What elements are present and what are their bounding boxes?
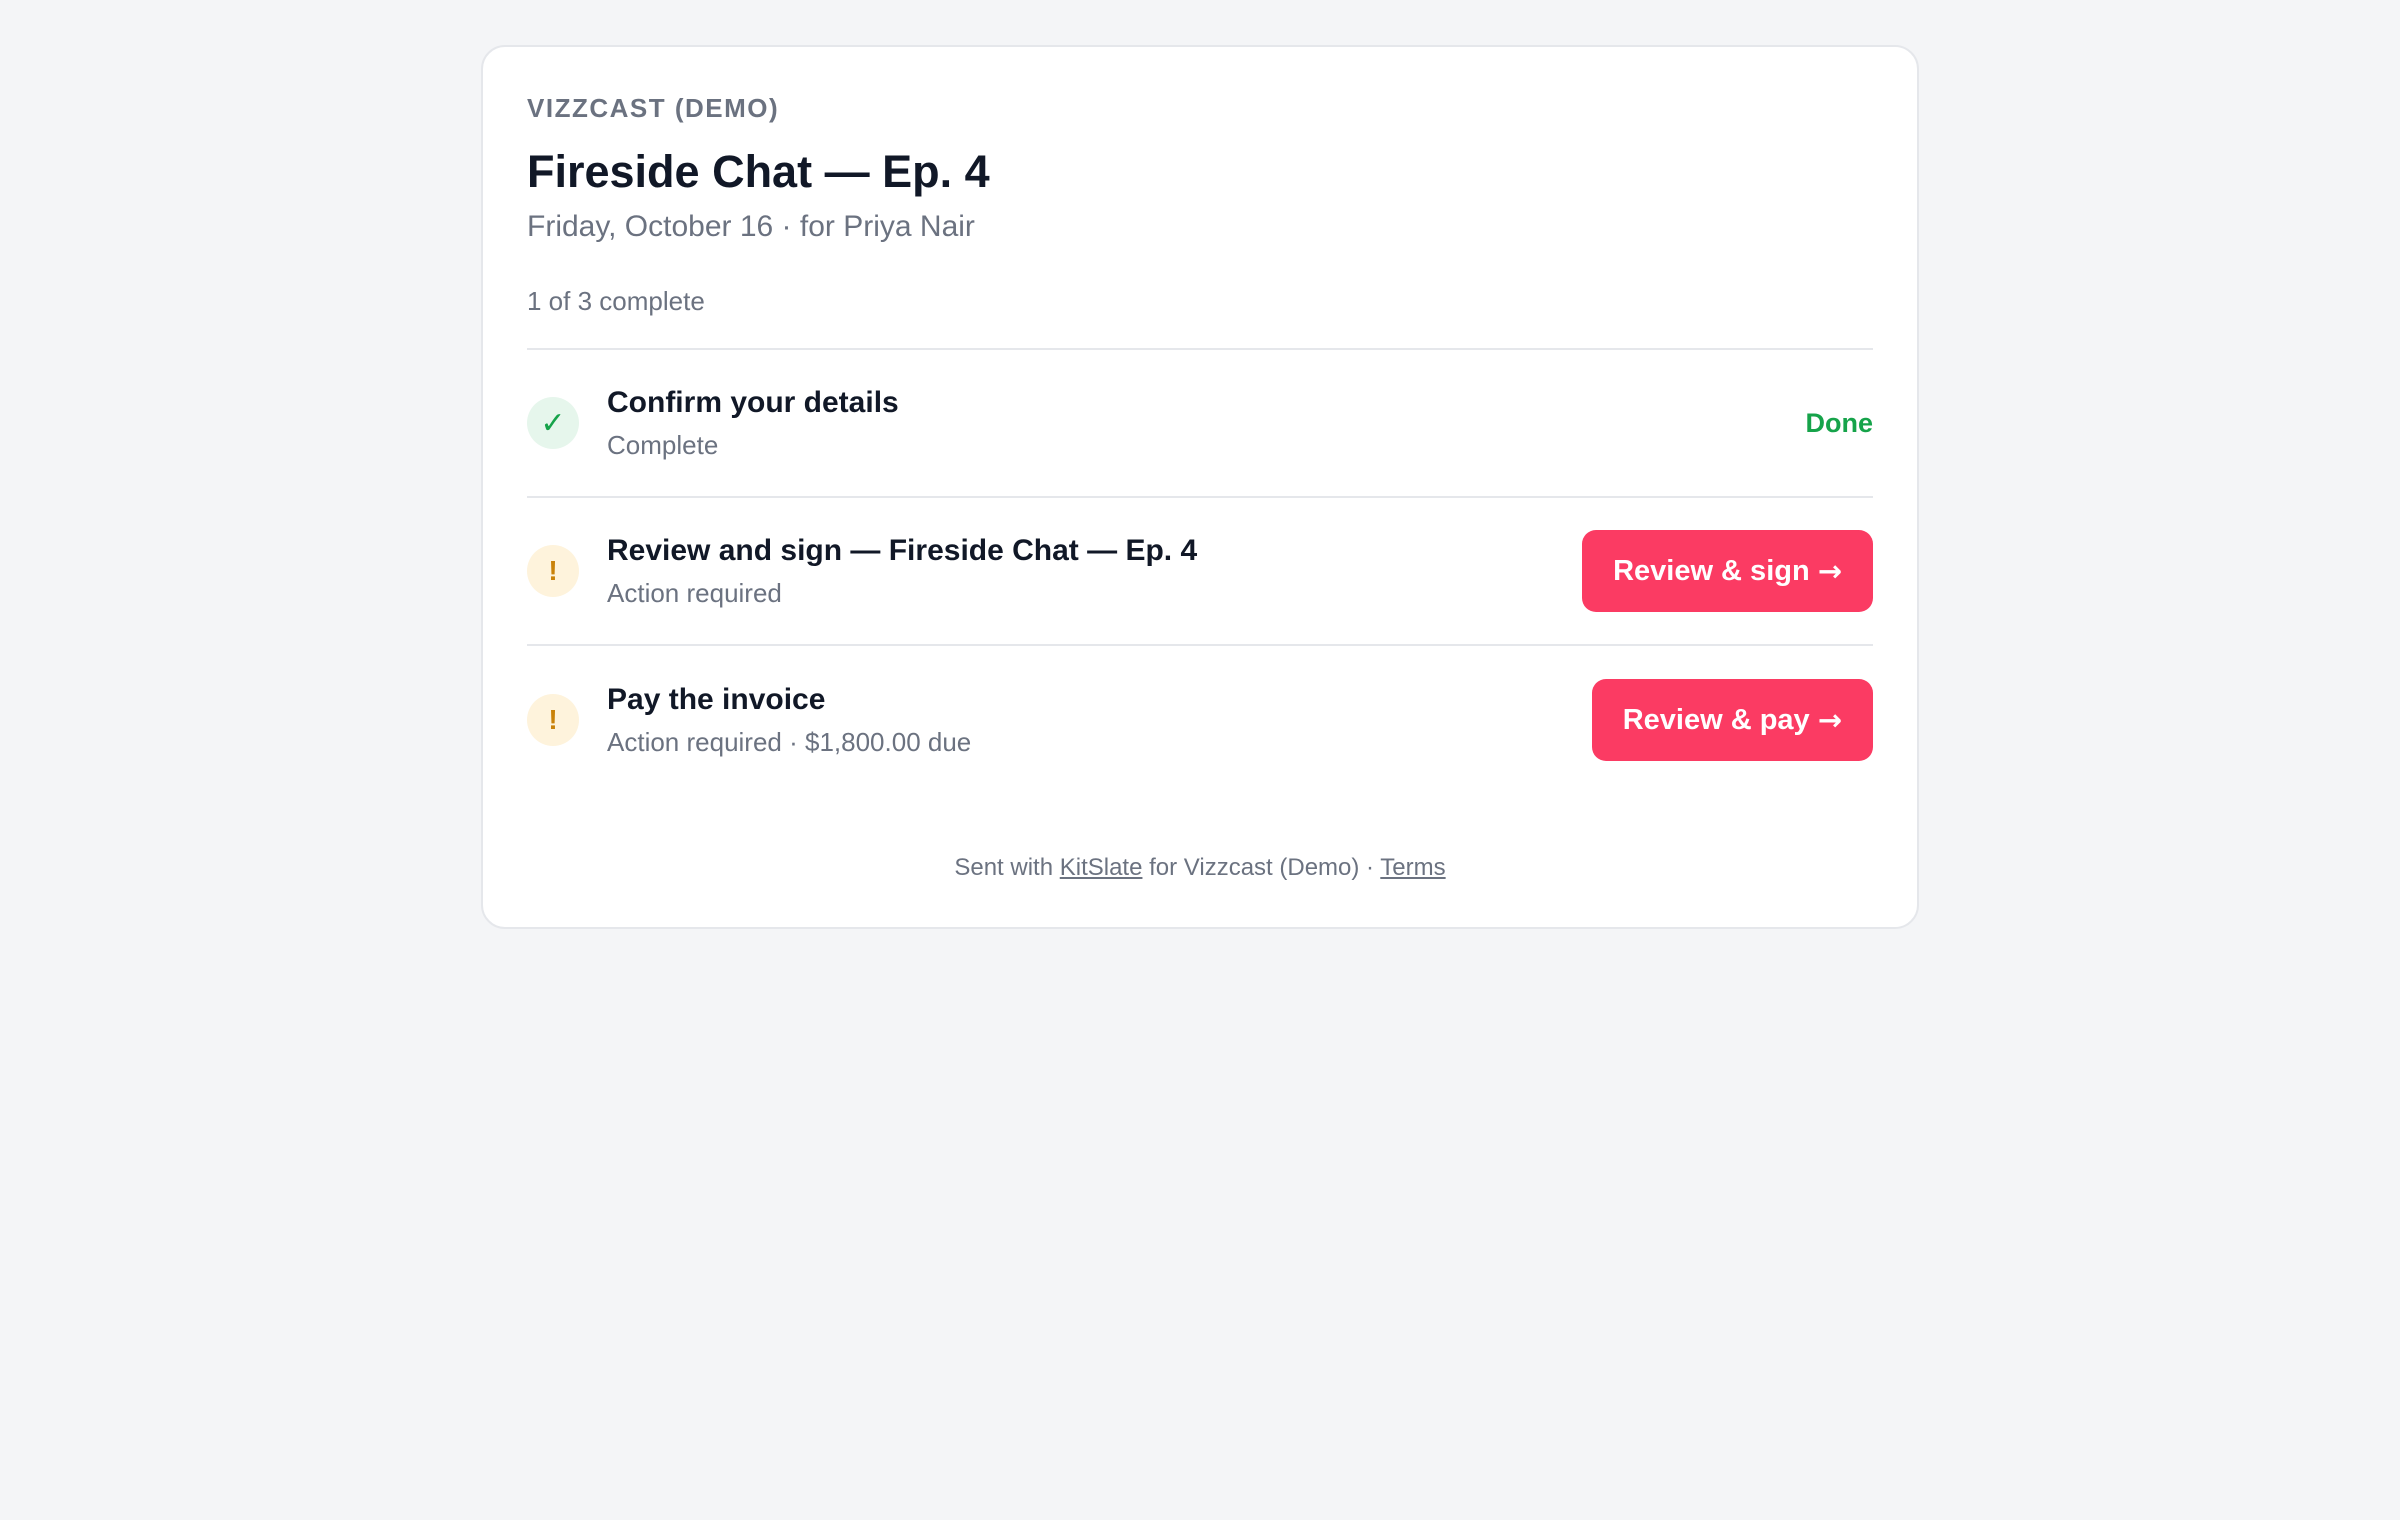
task-review-sign: ! Review and sign — Fireside Chat — Ep. … — [527, 498, 1873, 646]
review-pay-button[interactable]: Review & pay → — [1591, 679, 1873, 761]
alert-icon: ! — [527, 694, 579, 746]
review-sign-button[interactable]: Review & sign → — [1582, 530, 1873, 612]
progress-text: 1 of 3 complete — [527, 285, 1873, 350]
footer-middle: for Vizzcast (Demo) · — [1142, 854, 1381, 881]
task-confirm-details: ✓ Confirm your details Complete Done — [527, 350, 1873, 498]
task-title: Pay the invoice — [607, 683, 826, 716]
arrow-right-icon: → — [1817, 703, 1842, 737]
kitslate-link[interactable]: KitSlate — [1060, 854, 1143, 881]
task-title: Confirm your details — [607, 386, 899, 419]
task-title: Review and sign — Fireside Chat — Ep. 4 — [607, 534, 1198, 567]
task-pay-invoice: ! Pay the invoice Action required · $1,8… — [527, 646, 1873, 794]
footer: Sent with KitSlate for Vizzcast (Demo) ·… — [483, 853, 1917, 883]
org-name: VIZZCAST (DEMO) — [527, 93, 780, 123]
task-status: Complete — [607, 430, 719, 460]
page-title: Fireside Chat — Ep. 4 — [527, 146, 990, 197]
task-status: Action required — [607, 578, 782, 608]
task-text: Pay the invoice Action required · $1,800… — [607, 682, 1592, 758]
terms-link[interactable]: Terms — [1380, 854, 1445, 881]
check-icon: ✓ — [527, 397, 579, 449]
task-text: Confirm your details Complete — [607, 385, 1806, 461]
page-subtitle: Friday, October 16 · for Priya Nair — [527, 210, 975, 243]
task-status: Action required · $1,800.00 due — [607, 727, 972, 757]
task-text: Review and sign — Fireside Chat — Ep. 4 … — [607, 533, 1582, 609]
button-label: Review & pay — [1622, 703, 1810, 736]
alert-icon: ! — [527, 545, 579, 597]
footer-prefix: Sent with — [954, 854, 1060, 881]
arrow-right-icon: → — [1817, 554, 1842, 588]
button-label: Review & sign — [1613, 554, 1810, 587]
done-label: Done — [1805, 407, 1874, 438]
onboarding-card: VIZZCAST (DEMO) Fireside Chat — Ep. 4 Fr… — [481, 45, 1919, 929]
